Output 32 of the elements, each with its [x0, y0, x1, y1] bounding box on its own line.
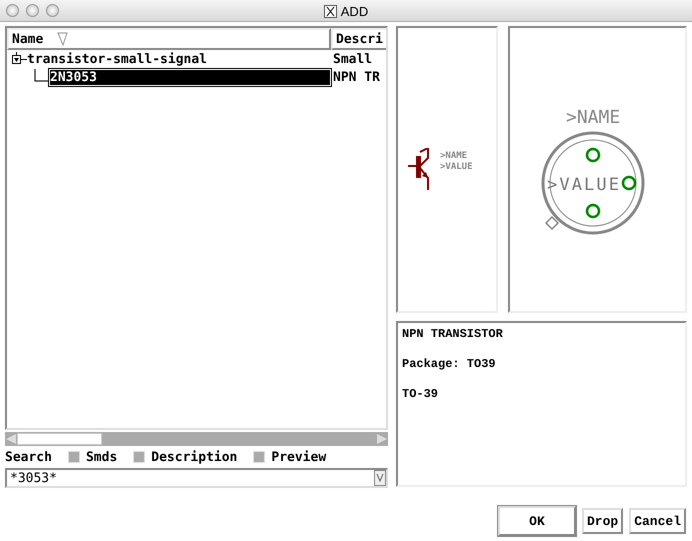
- scrollbar-thumb[interactable]: [17, 433, 102, 445]
- x-icon: [324, 4, 337, 18]
- zoom-button[interactable]: [46, 4, 59, 17]
- search-label: Search: [5, 450, 52, 464]
- minimize-button[interactable]: [26, 4, 39, 17]
- checkbox[interactable]: [253, 451, 266, 463]
- dropdown-icon[interactable]: [374, 470, 386, 486]
- scroll-right-icon[interactable]: [376, 433, 388, 445]
- search-field[interactable]: *3053*: [5, 468, 388, 488]
- window-title: ADD: [340, 4, 368, 18]
- checkbox[interactable]: [133, 451, 146, 463]
- description-text: NPN TRANSISTOR: [402, 327, 504, 341]
- horizontal-scrollbar[interactable]: [5, 432, 388, 446]
- description-text: TO-39: [402, 387, 440, 401]
- dialog-button[interactable]: Drop: [582, 508, 624, 534]
- checkbox-label[interactable]: Description: [151, 450, 238, 464]
- close-button[interactable]: [6, 4, 19, 17]
- description-text: Package: TO39: [402, 357, 497, 371]
- checkbox-label[interactable]: Preview: [271, 450, 326, 464]
- checkbox[interactable]: [68, 451, 80, 463]
- tree-item[interactable]: transistor-small-signal: [27, 52, 208, 66]
- description-cell-text: Small: [332, 52, 372, 66]
- scroll-left-icon[interactable]: [5, 433, 17, 445]
- column-header[interactable]: Descri: [331, 28, 386, 50]
- dialog-button[interactable]: OK: [498, 506, 576, 536]
- dialog-button[interactable]: Cancel: [629, 508, 686, 534]
- column-header[interactable]: Name: [7, 28, 331, 50]
- checkbox-label[interactable]: Smds: [86, 450, 118, 464]
- description-cell-text: NPN TR: [332, 70, 380, 84]
- tree-item[interactable]: 2N3053: [49, 68, 331, 86]
- transistor-symbol-drawing: >NAME >VALUE: [408, 148, 486, 192]
- collapse-icon[interactable]: [11, 52, 27, 66]
